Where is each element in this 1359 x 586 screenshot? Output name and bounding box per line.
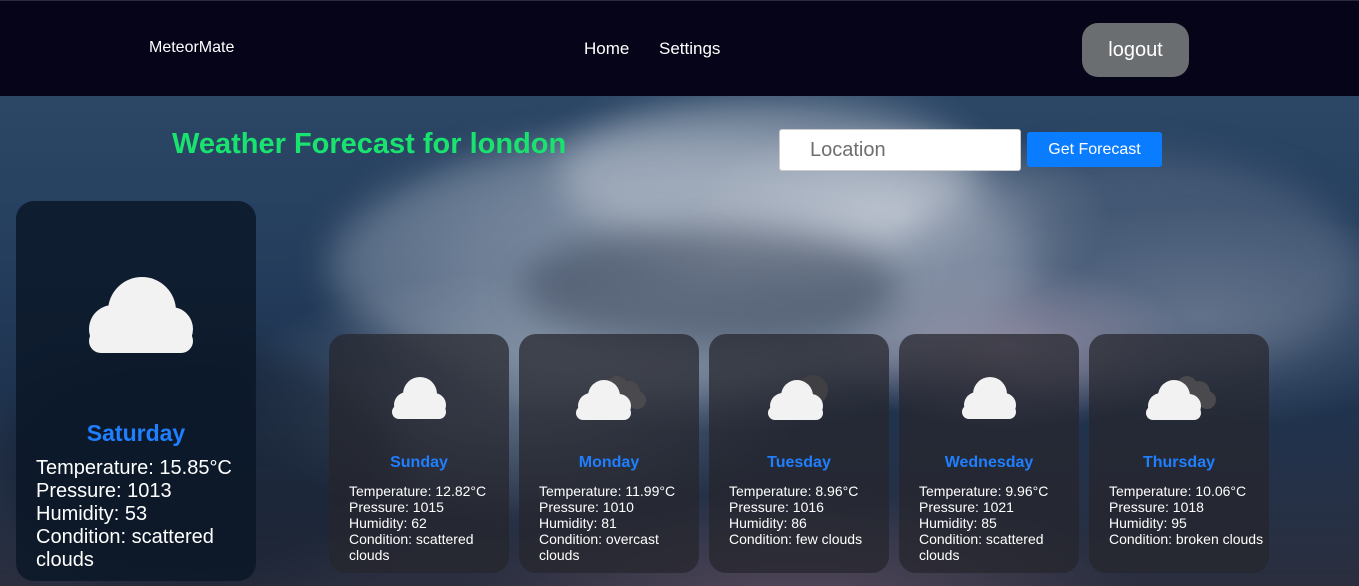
forecast-day-label: Tuesday [767, 454, 831, 471]
forecast-temperature: Temperature: 10.06°C [1109, 483, 1247, 499]
forecast-humidity: Humidity: 81 [539, 515, 617, 531]
current-temperature: Temperature: 15.85°C [36, 457, 232, 479]
broken-clouds-icon [1143, 372, 1217, 422]
current-weather-details: Temperature: 15.85°C Pressure: 1013 Humi… [36, 457, 246, 572]
forecast-pressure: Pressure: 1021 [919, 499, 1014, 515]
forecast-condition: Condition: scattered clouds [919, 531, 1044, 563]
overcast-clouds-icon [573, 372, 647, 422]
current-condition: Condition: scattered clouds [36, 526, 214, 571]
page-title: Weather Forecast for london [172, 128, 567, 160]
forecast-humidity: Humidity: 95 [1109, 515, 1187, 531]
forecast-pressure: Pressure: 1015 [349, 499, 444, 515]
forecast-pressure: Pressure: 1016 [729, 499, 824, 515]
current-humidity: Humidity: 53 [36, 503, 148, 525]
get-forecast-button[interactable]: Get Forecast [1027, 132, 1162, 167]
forecast-day-label: Sunday [390, 454, 448, 471]
brand-logo[interactable]: MeteorMate [149, 39, 234, 57]
forecast-details: Temperature: 12.82°C Pressure: 1015 Humi… [349, 483, 504, 563]
nav-link-settings[interactable]: Settings [659, 39, 720, 59]
forecast-day-label: Thursday [1142, 454, 1215, 471]
forecast-card-sunday: Sunday Temperature: 12.82°C Pressure: 10… [329, 334, 509, 573]
forecast-card-monday: Monday Temperature: 11.99°C Pressure: 10… [519, 334, 699, 573]
forecast-humidity: Humidity: 86 [729, 515, 807, 531]
navbar: MeteorMate Home Settings logout [0, 0, 1359, 96]
few-clouds-icon [765, 372, 835, 422]
forecast-condition: Condition: overcast clouds [539, 531, 659, 563]
forecast-details: Temperature: 11.99°C Pressure: 1010 Humi… [539, 483, 694, 563]
forecast-temperature: Temperature: 9.96°C [919, 483, 1049, 499]
forecast-condition: Condition: few clouds [729, 531, 863, 547]
forecast-humidity: Humidity: 62 [349, 515, 427, 531]
forecast-day-label: Monday [578, 454, 640, 471]
forecast-details: Temperature: 9.96°C Pressure: 1021 Humid… [919, 483, 1074, 563]
scattered-clouds-icon [957, 372, 1021, 422]
forecast-card-wednesday: Wednesday Temperature: 9.96°C Pressure: … [899, 334, 1079, 573]
scattered-clouds-icon [387, 372, 451, 422]
forecast-temperature: Temperature: 12.82°C [349, 483, 487, 499]
current-weather-card: Saturday Temperature: 15.85°C Pressure: … [16, 201, 256, 581]
forecast-details: Temperature: 8.96°C Pressure: 1016 Humid… [729, 483, 884, 547]
logout-button[interactable]: logout [1082, 23, 1189, 77]
forecast-condition: Condition: scattered clouds [349, 531, 474, 563]
current-pressure: Pressure: 1013 [36, 480, 172, 502]
forecast-humidity: Humidity: 85 [919, 515, 997, 531]
location-input[interactable] [779, 129, 1021, 171]
forecast-card-tuesday: Tuesday Temperature: 8.96°C Pressure: 10… [709, 334, 889, 573]
forecast-card-thursday: Thursday Temperature: 10.06°C Pressure: … [1089, 334, 1269, 573]
current-day-label: Saturday [86, 420, 186, 446]
forecast-day-label: Wednesday [944, 454, 1034, 471]
forecast-pressure: Pressure: 1018 [1109, 499, 1204, 515]
forecast-temperature: Temperature: 11.99°C [539, 483, 676, 499]
forecast-details: Temperature: 10.06°C Pressure: 1018 Humi… [1109, 483, 1264, 547]
nav-link-home[interactable]: Home [584, 39, 629, 59]
forecast-temperature: Temperature: 8.96°C [729, 483, 859, 499]
forecast-pressure: Pressure: 1010 [539, 499, 634, 515]
scattered-clouds-icon [76, 271, 200, 355]
forecast-condition: Condition: broken clouds [1109, 531, 1264, 547]
